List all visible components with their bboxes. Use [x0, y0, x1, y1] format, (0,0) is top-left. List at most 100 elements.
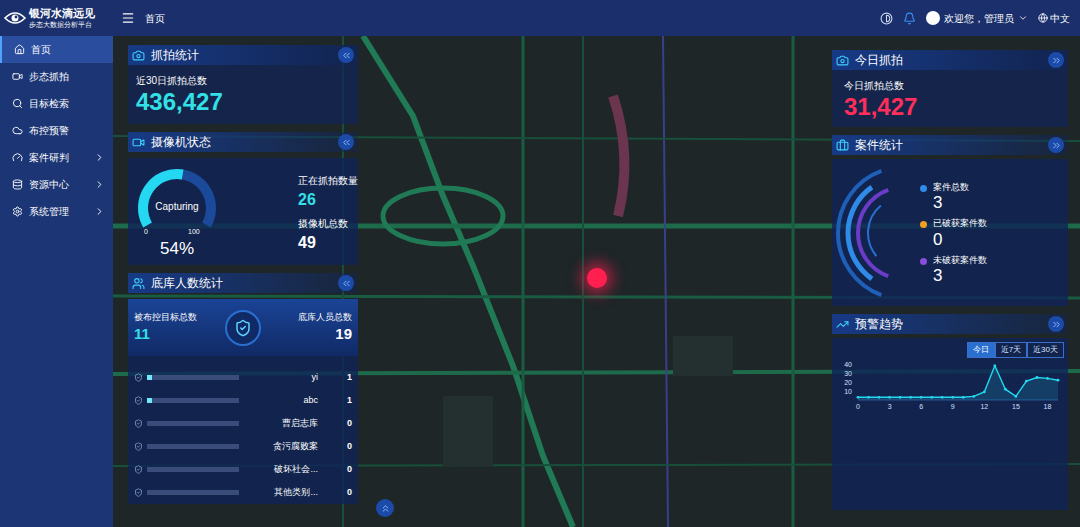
- panel-icon: [836, 318, 849, 331]
- svg-text:20: 20: [844, 379, 852, 386]
- today-capture-label: 今日抓拍总数: [844, 78, 1056, 93]
- top-bar: 银河水滴远见步态大数据分析平台首页欢迎您，管理员中文: [0, 0, 1080, 36]
- user-menu[interactable]: 欢迎您，管理员: [926, 11, 1028, 26]
- sidebar-item-icon: [12, 206, 23, 217]
- logo-icon: [4, 10, 26, 26]
- svg-text:18: 18: [1044, 403, 1052, 410]
- trend-tab[interactable]: 近30天: [1027, 342, 1064, 358]
- library-bar: [147, 490, 239, 495]
- library-row[interactable]: 其他类别... 0: [134, 481, 352, 504]
- theme-icon[interactable]: [880, 12, 893, 25]
- case-dot: [920, 185, 927, 192]
- collapse-button[interactable]: [338, 134, 354, 150]
- case-rings-chart: [832, 163, 922, 303]
- panel-title: 摄像机状态: [151, 136, 332, 148]
- sidebar-item[interactable]: 目标检索: [0, 90, 113, 117]
- svg-text:12: 12: [980, 403, 988, 410]
- sidebar-item-icon: [12, 179, 23, 190]
- library-name: 贪污腐败案: [243, 440, 318, 454]
- library-count: 0: [322, 417, 352, 431]
- capture-stats-header: 抓拍统计: [128, 45, 358, 65]
- collapse-button[interactable]: [1048, 316, 1064, 332]
- brand[interactable]: 银河水滴远见步态大数据分析平台: [0, 8, 113, 28]
- expand-bottom-button[interactable]: [376, 499, 394, 517]
- alert-trend-header: 预警趋势: [832, 314, 1068, 334]
- library-bar: [147, 375, 239, 380]
- collapse-button[interactable]: [338, 47, 354, 63]
- library-name: 曹启志库: [243, 417, 318, 431]
- language-switch[interactable]: 中文: [1038, 11, 1070, 26]
- sidebar-item[interactable]: 系统管理: [0, 198, 113, 225]
- check-icon: [134, 488, 143, 497]
- menu-toggle[interactable]: [121, 11, 135, 25]
- chevron-right-icon: [94, 152, 105, 163]
- svg-text:0: 0: [856, 403, 860, 410]
- check-icon: [134, 419, 143, 428]
- sidebar-item[interactable]: 步态抓拍: [0, 63, 113, 90]
- library-bar: [147, 467, 239, 472]
- panel-icon: [132, 49, 145, 62]
- camera-total-label: 摄像机总数: [298, 216, 358, 231]
- library-row[interactable]: 破坏社会...0: [134, 458, 352, 481]
- panel-title: 预警趋势: [855, 318, 1042, 330]
- svg-text:6: 6: [919, 403, 923, 410]
- today-capture-header: 今日抓拍: [832, 50, 1068, 70]
- case-stat: 案件总数3: [920, 181, 987, 212]
- user-name: 欢迎您，管理员: [944, 11, 1014, 26]
- library-stats-header: 底库人数统计: [128, 273, 358, 293]
- library-count: 0: [322, 440, 352, 454]
- camera-status-header: 摄像机状态: [128, 132, 358, 152]
- sidebar-item-icon: [12, 152, 23, 163]
- case-dot: [920, 221, 927, 228]
- library-count: 1: [322, 371, 352, 385]
- camera-total-value: 49: [298, 235, 358, 251]
- panel-icon: [132, 277, 145, 290]
- targets-value: 11: [134, 325, 225, 344]
- map-pin-icon[interactable]: [587, 268, 607, 288]
- library-bar: [147, 398, 239, 403]
- panel-title: 案件统计: [855, 139, 1042, 151]
- collapse-button[interactable]: [1048, 137, 1064, 153]
- persons-value: 19: [335, 325, 352, 344]
- library-stats-panel: 底库人数统计被布控目标总数11底库人员总数19yi1abc1曹启志库0贪污腐败案…: [128, 273, 358, 504]
- library-bar: [147, 421, 239, 426]
- trend-tab[interactable]: 今日: [967, 342, 995, 358]
- library-bar: [147, 444, 239, 449]
- sidebar-item[interactable]: 资源中心: [0, 171, 113, 198]
- shield-icon: [225, 310, 261, 346]
- library-name: yi: [243, 371, 318, 385]
- sidebar-item[interactable]: 布控预警: [0, 117, 113, 144]
- sidebar-item[interactable]: 案件研判: [0, 144, 113, 171]
- check-icon: [134, 373, 143, 382]
- svg-text:15: 15: [1012, 403, 1020, 410]
- library-row[interactable]: 曹启志库 0: [134, 412, 352, 435]
- right-panels: 今日抓拍今日抓拍总数31,427案件统计案件总数3已破获案件数0未破获案件数3预…: [832, 50, 1068, 510]
- app: 银河水滴远见步态大数据分析平台首页欢迎您，管理员中文首页步态抓拍目标检索布控预警…: [0, 0, 1080, 527]
- sidebar-item[interactable]: 首页: [0, 36, 113, 63]
- svg-text:9: 9: [951, 403, 955, 410]
- collapse-button[interactable]: [1048, 52, 1064, 68]
- brand-subtitle: 步态大数据分析平台: [29, 21, 95, 28]
- library-count: 0: [322, 486, 352, 500]
- library-row[interactable]: 贪污腐败案 0: [134, 435, 352, 458]
- trend-tab[interactable]: 近7天: [995, 342, 1027, 358]
- check-icon: [134, 465, 143, 474]
- notification-icon[interactable]: [903, 12, 916, 25]
- capturing-label: 正在抓拍数量: [298, 173, 358, 188]
- library-name: 其他类别...: [243, 486, 318, 500]
- panel-title: 底库人数统计: [151, 277, 332, 289]
- persons-label: 底库人员总数: [298, 311, 352, 325]
- capture-stats-value: 436,427: [136, 88, 350, 116]
- library-name: 破坏社会...: [243, 463, 318, 477]
- capture-stats-label: 近30日抓拍总数: [136, 73, 350, 88]
- library-row[interactable]: abc1: [134, 389, 352, 412]
- trend-chart: 403020100369121518: [836, 358, 1064, 412]
- panel-icon: [836, 139, 849, 152]
- library-name: abc: [243, 394, 318, 408]
- check-icon: [134, 396, 143, 405]
- collapse-button[interactable]: [338, 275, 354, 291]
- library-row[interactable]: yi 1: [134, 366, 352, 389]
- avatar-icon: [926, 11, 940, 25]
- capture-stats-panel: 抓拍统计近30日抓拍总数436,427: [128, 45, 358, 124]
- map-area: 抓拍统计近30日抓拍总数436,427摄像机状态Capturing010054%…: [113, 36, 1080, 527]
